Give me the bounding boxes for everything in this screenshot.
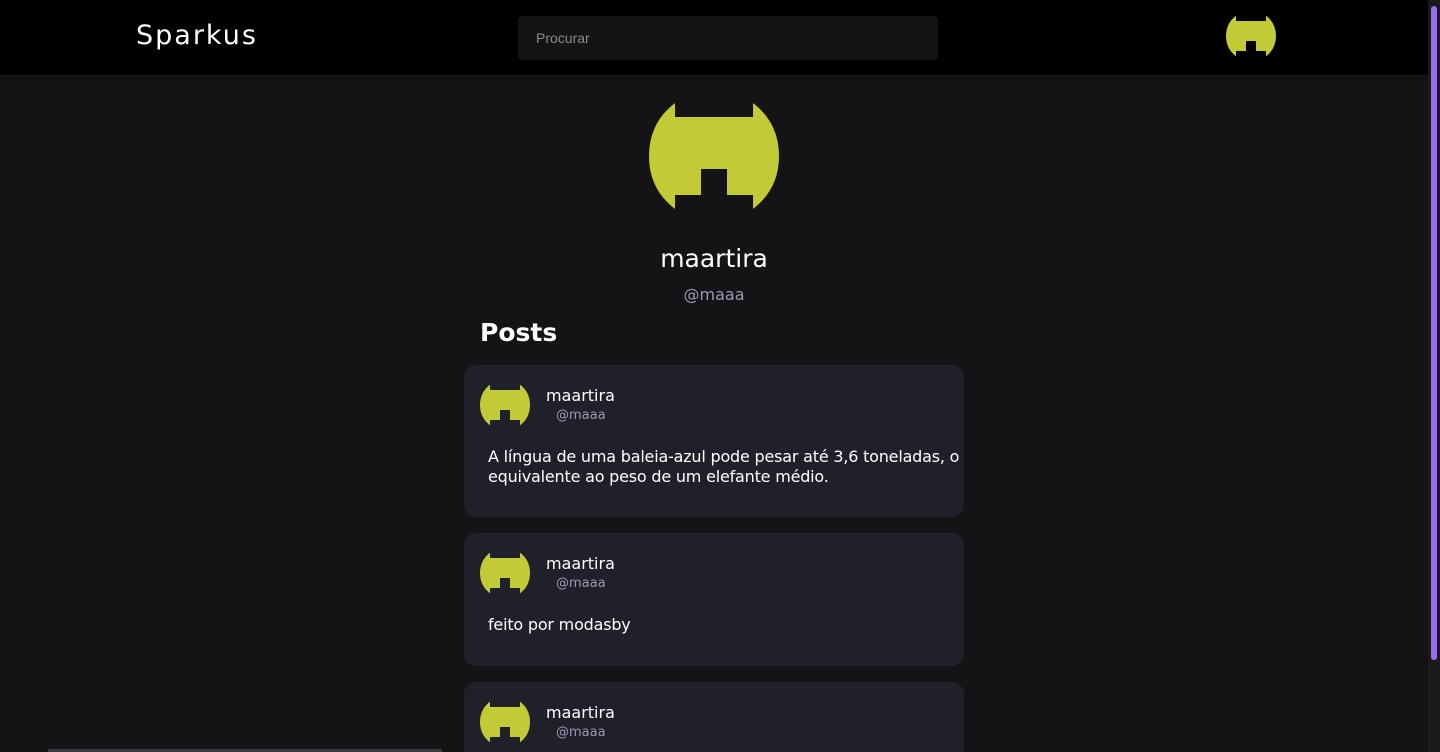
post-author-handle: @maaa xyxy=(556,725,606,740)
post-card[interactable]: maartira @maaa feito por modasby xyxy=(464,533,964,666)
post-author-avatar-icon[interactable] xyxy=(480,551,530,595)
top-navbar: Sparkus xyxy=(0,0,1428,75)
profile-page: Sparkus maartira @maaa Posts maartira @m… xyxy=(0,0,1440,752)
post-author-handle: @maaa xyxy=(556,576,606,591)
post-author-name[interactable]: maartira xyxy=(546,554,615,573)
scrollbar-thumb[interactable] xyxy=(1431,6,1437,660)
post-author-name[interactable]: maartira xyxy=(546,386,615,405)
post-card[interactable]: maartira @maaa xyxy=(464,682,964,752)
search-input[interactable] xyxy=(518,16,938,60)
profile-name: maartira xyxy=(660,244,768,273)
profile-avatar-icon xyxy=(649,103,779,209)
post-author-handle: @maaa xyxy=(556,408,606,423)
post-author-avatar-icon[interactable] xyxy=(480,700,530,744)
post-content: feito por modasby xyxy=(488,615,631,634)
user-avatar-icon[interactable] xyxy=(1226,14,1276,58)
profile-handle: @maaa xyxy=(683,285,745,304)
post-content: A língua de uma baleia-azul pode pesar a… xyxy=(488,447,960,486)
post-author-name[interactable]: maartira xyxy=(546,703,615,722)
posts-section-title: Posts xyxy=(480,318,558,347)
post-card[interactable]: maartira @maaa A língua de uma baleia-az… xyxy=(464,365,964,517)
post-author-avatar-icon[interactable] xyxy=(480,383,530,427)
brand-logo-text[interactable]: Sparkus xyxy=(136,20,258,51)
